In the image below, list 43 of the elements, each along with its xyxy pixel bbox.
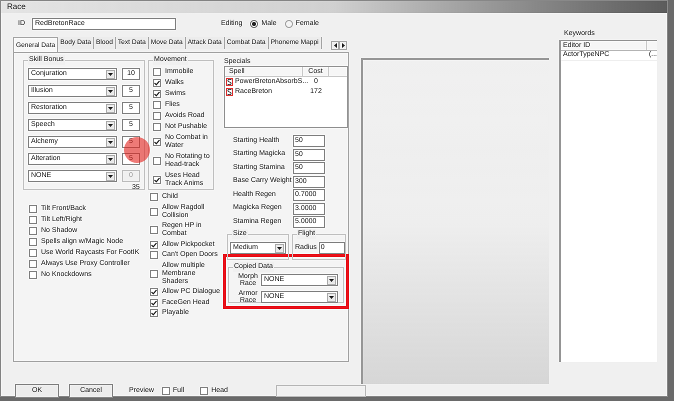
checkbox[interactable] bbox=[29, 205, 37, 213]
checkbox[interactable] bbox=[153, 176, 161, 184]
radio-button[interactable] bbox=[284, 20, 293, 28]
checkbox[interactable] bbox=[150, 270, 158, 278]
checkbox[interactable] bbox=[153, 123, 161, 131]
checkbox[interactable] bbox=[150, 251, 158, 259]
checkbox[interactable] bbox=[150, 240, 158, 248]
checkbox[interactable] bbox=[153, 157, 161, 165]
checkbox[interactable] bbox=[150, 309, 158, 317]
checkbox[interactable] bbox=[150, 193, 158, 201]
radio-button[interactable] bbox=[250, 20, 258, 28]
checkbox[interactable] bbox=[29, 260, 37, 268]
checkbox[interactable] bbox=[162, 387, 170, 395]
checkbox[interactable] bbox=[153, 101, 161, 109]
dropdown-arrow-icon bbox=[275, 244, 284, 252]
checkbox[interactable] bbox=[200, 387, 208, 395]
dropdown-arrow-icon bbox=[106, 154, 115, 164]
checkbox[interactable] bbox=[153, 79, 161, 87]
checkbox[interactable] bbox=[29, 249, 37, 257]
tab-scroll-right-icon[interactable] bbox=[339, 41, 347, 50]
cursor-highlight bbox=[124, 137, 150, 163]
checkbox[interactable] bbox=[29, 216, 37, 224]
checkbox[interactable] bbox=[153, 90, 161, 98]
checkbox[interactable] bbox=[153, 68, 161, 76]
checkbox[interactable] bbox=[29, 271, 37, 279]
dropdown-arrow-icon bbox=[106, 172, 115, 180]
checkbox[interactable] bbox=[29, 227, 37, 235]
checkbox[interactable] bbox=[29, 238, 37, 246]
dropdown-arrow-icon bbox=[327, 276, 336, 284]
checkbox[interactable] bbox=[153, 138, 161, 146]
checkbox[interactable] bbox=[150, 288, 158, 296]
dropdown-arrow-icon bbox=[106, 138, 115, 146]
checkbox[interactable] bbox=[150, 226, 158, 234]
checkbox[interactable] bbox=[150, 208, 158, 216]
dropdown-arrow-icon bbox=[106, 70, 115, 78]
dropdown-arrow-icon bbox=[106, 86, 115, 96]
tab-scroll-left-icon[interactable] bbox=[331, 41, 339, 50]
checkbox[interactable] bbox=[153, 112, 161, 120]
checkbox[interactable] bbox=[150, 298, 158, 306]
window-title: Race bbox=[7, 1, 26, 13]
dropdown-arrow-icon bbox=[106, 104, 115, 112]
dropdown-arrow-icon bbox=[327, 292, 336, 302]
dropdown-arrow-icon bbox=[106, 120, 115, 130]
